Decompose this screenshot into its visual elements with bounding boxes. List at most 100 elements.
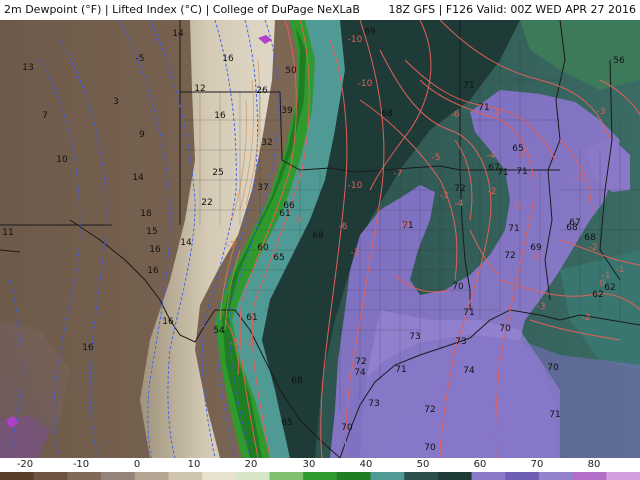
- colorbar-tick-label: 30: [302, 459, 316, 470]
- colorbar-swatch: [437, 472, 473, 480]
- dewpoint-value-label: -5: [136, 54, 145, 64]
- header-title-right: 18Z GFS | F126 Valid: 00Z WED APR 27 201…: [388, 3, 636, 16]
- dewpoint-value-label: 56: [613, 56, 625, 66]
- map-header: 2m Dewpoint (°F) | Lifted Index (°C) | C…: [0, 0, 640, 20]
- colorbar-swatch: [303, 472, 338, 480]
- dewpoint-value-label: 9: [139, 130, 145, 140]
- dewpoint-value-label: 62: [592, 290, 603, 300]
- dewpoint-value-label: 16: [222, 54, 234, 64]
- dewpoint-value-label: 39: [281, 106, 293, 116]
- colorbar-swatch: [134, 472, 169, 480]
- dewpoint-value-label: 71: [516, 167, 527, 177]
- colorbar-tick-label: 60: [473, 459, 487, 470]
- dewpoint-value-label: 3: [113, 97, 119, 107]
- dewpoint-value-label: 70: [547, 363, 559, 373]
- header-title-left: 2m Dewpoint (°F) | Lifted Index (°C) | C…: [4, 3, 360, 16]
- dewpoint-value-label: 62: [604, 283, 615, 293]
- colorbar-swatch: [404, 472, 439, 480]
- dewpoint-value-label: 25: [212, 168, 223, 178]
- dewpoint-value-label: 32: [261, 138, 272, 148]
- dewpoint-value-label: 14: [180, 238, 192, 248]
- lifted-index-value-label: -3: [532, 253, 541, 263]
- dewpoint-value-label: 14: [132, 173, 144, 183]
- dewpoint-value-label: 68: [381, 109, 393, 119]
- colorbar-swatch: [33, 472, 68, 480]
- dewpoint-value-label: 16: [149, 245, 161, 255]
- colorbar-tick-label: 80: [587, 459, 601, 470]
- lifted-index-value-label: 0: [599, 279, 605, 289]
- lifted-index-value-label: -2: [245, 338, 254, 348]
- dewpoint-value-label: 71: [463, 81, 474, 91]
- dewpoint-value-label: 60: [257, 243, 269, 253]
- colorbar-swatch: [168, 472, 203, 480]
- colorbar-swatch: [538, 472, 574, 480]
- dewpoint-value-label: 68: [291, 376, 303, 386]
- lifted-index-value-label: -3: [230, 338, 239, 348]
- dewpoint-value-label: 74: [463, 366, 475, 376]
- weather-map: 1371011161415-5 1612 263914182516503237392…: [0, 20, 640, 458]
- dewpoint-value-label: 71: [478, 103, 489, 113]
- dewpoint-value-label: 7: [42, 111, 48, 121]
- lifted-index-value-label: -10: [358, 79, 373, 89]
- lifted-index-value-label: -6: [339, 222, 348, 232]
- dewpoint-value-label: 26: [256, 86, 268, 96]
- lifted-index-value-label: -10: [348, 35, 363, 45]
- colorbar-tick-label: 10: [187, 459, 201, 470]
- colorbar-tick-label: 70: [530, 459, 544, 470]
- dewpoint-value-label: 69: [364, 27, 376, 37]
- dewpoint-value-label: 72: [355, 357, 366, 367]
- colorbar-swatch: [370, 472, 405, 480]
- lifted-index-value-label: -4: [487, 151, 496, 161]
- lifted-index-value-label: -6: [401, 220, 410, 230]
- colorbar-tick-label: 40: [359, 459, 373, 470]
- colorbar-labels: -20 -10 0 10 20 30 40 50 60 70 80: [0, 458, 640, 472]
- lifted-index-value-label: -9: [492, 109, 501, 119]
- dewpoint-value-label: 70: [452, 282, 464, 292]
- dewpoint-value-label: 72: [424, 405, 435, 415]
- dewpoint-value-label: 70: [499, 324, 511, 334]
- lifted-index-value-label: -3: [574, 173, 583, 183]
- colorbar-swatch: [235, 472, 270, 480]
- dewpoint-value-label: 50: [285, 66, 297, 76]
- dewpoint-value-label: 16: [82, 343, 94, 353]
- dewpoint-value-label: 66: [283, 201, 295, 211]
- lifted-index-value-label: -3: [537, 302, 546, 312]
- dewpoint-value-label: 65: [281, 418, 292, 428]
- lifted-index-value-label: -7: [227, 241, 236, 251]
- lifted-index-value-label: -2: [582, 313, 591, 323]
- lifted-index-value-label: -10: [348, 181, 363, 191]
- dewpoint-value-label: 71: [549, 410, 560, 420]
- dewpoint-value-label: 15: [146, 227, 157, 237]
- dewpoint-value-label: 69: [530, 243, 542, 253]
- dewpoint-value-label: 71: [508, 224, 519, 234]
- dewpoint-value-label: 61: [246, 313, 257, 323]
- colorbar-tick-label: -10: [72, 459, 90, 470]
- lifted-index-value-label: -3: [597, 107, 606, 117]
- lifted-index-value-label: -4: [455, 199, 464, 209]
- dewpoint-value-label: 68: [584, 233, 596, 243]
- dewpoint-value-label: 18: [140, 209, 152, 219]
- colorbar-swatch: [572, 472, 607, 480]
- lifted-index-value-label: -6: [451, 110, 460, 120]
- lifted-index-value-label: -2: [488, 187, 497, 197]
- dewpoint-value-label: 54: [213, 326, 225, 336]
- dewpoint-value-label: 13: [22, 63, 33, 73]
- dewpoint-value-label: 37: [257, 183, 268, 193]
- colorbar-swatch: [202, 472, 237, 480]
- dewpoint-value-label: 70: [341, 423, 353, 433]
- dewpoint-value-label: 67: [488, 163, 499, 173]
- dewpoint-value-label: 68: [566, 223, 578, 233]
- colorbar-tick-label: 50: [416, 459, 430, 470]
- colorbar-swatch: [471, 472, 506, 480]
- dewpoint-value-label: 12: [194, 84, 205, 94]
- lifted-index-value-label: -5: [293, 215, 302, 225]
- dewpoint-value-label: 14: [172, 29, 184, 39]
- dewpoint-value-label: 16: [162, 317, 174, 327]
- lifted-index-value-label: -1: [616, 265, 625, 275]
- dewpoint-value-label: 68: [312, 231, 324, 241]
- dewpoint-value-label: 71: [395, 365, 406, 375]
- dewpoint-value-label: 70: [424, 443, 436, 453]
- dewpoint-value-label: 71: [463, 308, 474, 318]
- lifted-index-value-label: -5: [513, 202, 522, 212]
- dewpoint-value-label: 73: [409, 332, 420, 342]
